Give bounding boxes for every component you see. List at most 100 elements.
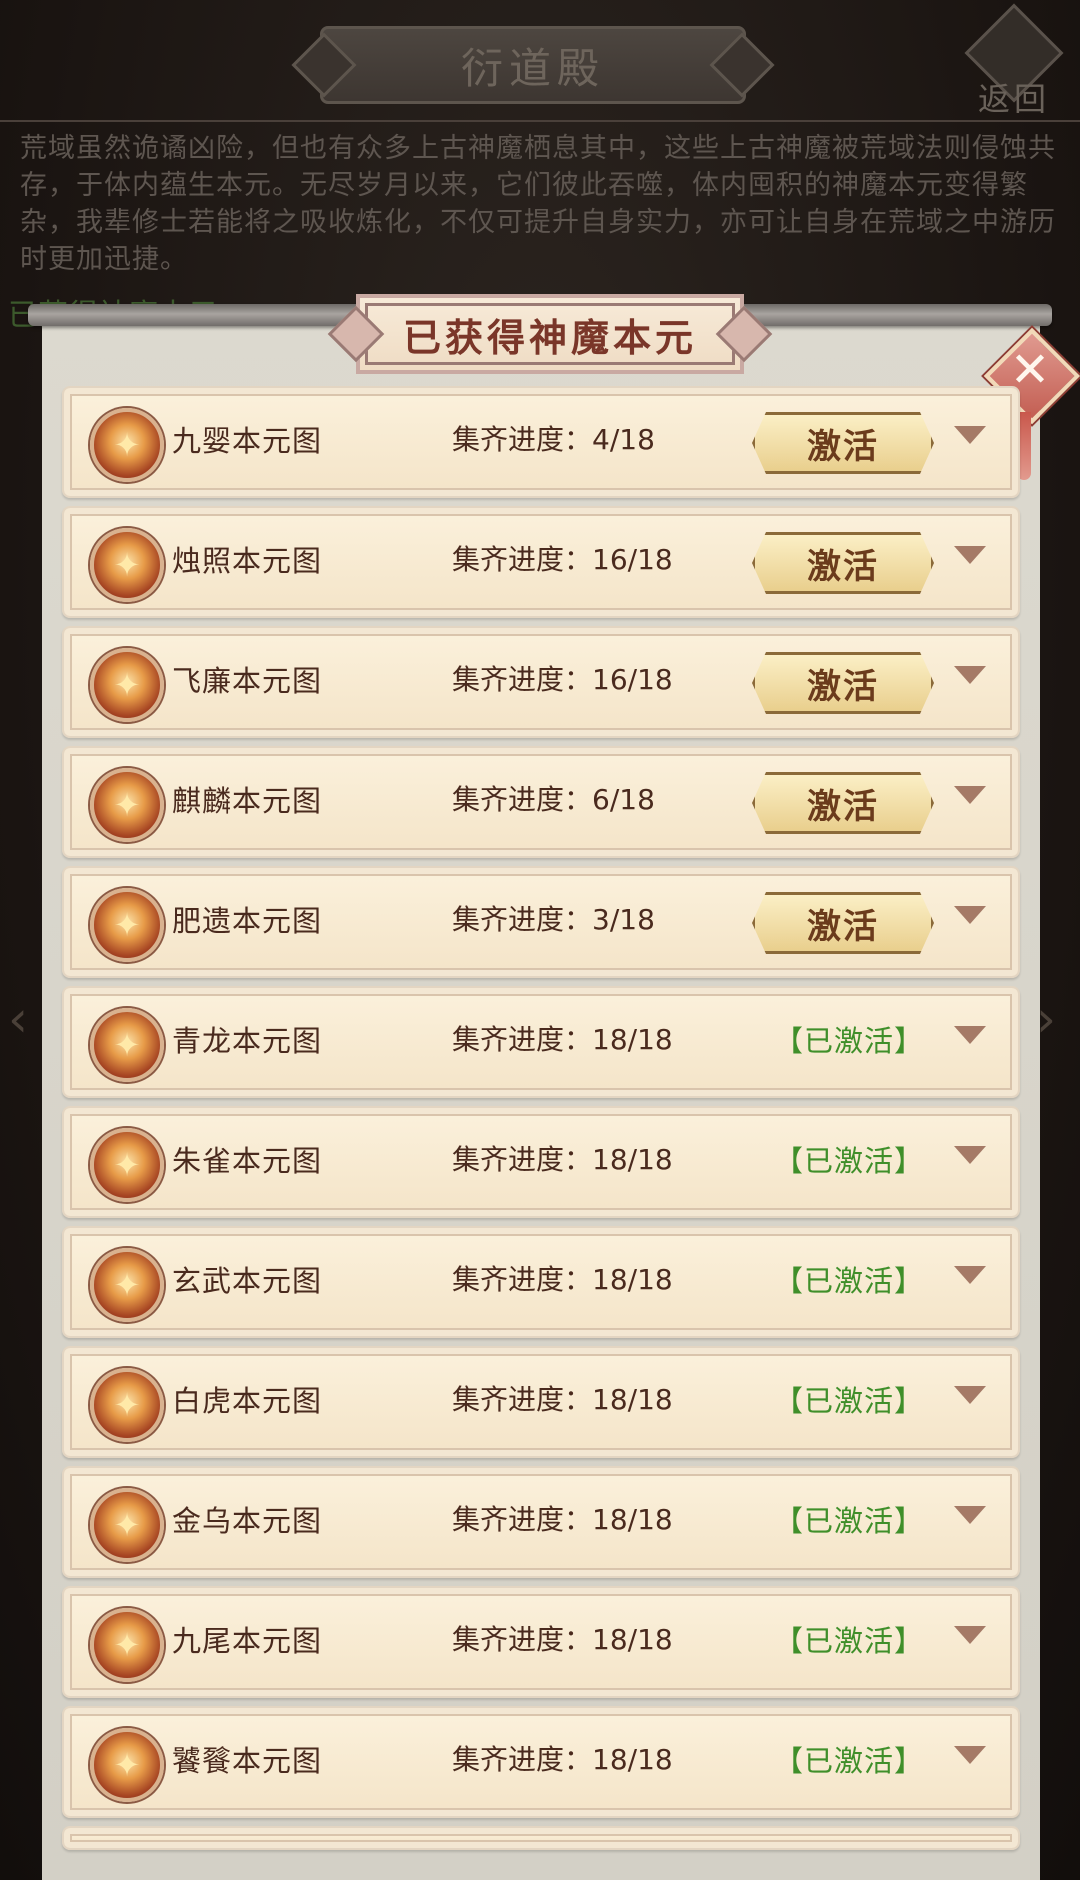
item-progress: 集齐进度：18/18 bbox=[452, 1618, 673, 1658]
progress-label: 集齐进度： bbox=[452, 1623, 593, 1656]
expand-arrow-icon[interactable] bbox=[954, 906, 986, 924]
list-item[interactable]: ✦ 九尾本元图 集齐进度：18/18 【已激活】 bbox=[62, 1586, 1020, 1698]
item-progress: 集齐进度：18/18 bbox=[452, 1258, 673, 1298]
divider bbox=[0, 120, 1080, 122]
progress-label: 集齐进度： bbox=[452, 1263, 593, 1296]
progress-label: 集齐进度： bbox=[452, 543, 593, 576]
description-text: 荒域虽然诡谲凶险，但也有众多上古神魔栖息其中，这些上古神魔被荒域法则侵蚀共存，于… bbox=[20, 133, 1056, 275]
activated-status: 【已激活】 bbox=[774, 1144, 925, 1178]
item-name: 白虎本元图 bbox=[172, 1384, 323, 1418]
item-name: 饕餮本元图 bbox=[172, 1744, 323, 1778]
progress-value: 3/18 bbox=[592, 903, 655, 936]
expand-arrow-icon[interactable] bbox=[954, 1266, 986, 1284]
item-name: 朱雀本元图 bbox=[172, 1144, 323, 1178]
expand-arrow-icon[interactable] bbox=[954, 546, 986, 564]
progress-label: 集齐进度： bbox=[452, 1023, 593, 1056]
list-item[interactable]: ✦ 肥遗本元图 集齐进度：3/18 激活 bbox=[62, 866, 1020, 978]
progress-value: 18/18 bbox=[592, 1263, 673, 1296]
progress-label: 集齐进度： bbox=[452, 1743, 593, 1776]
progress-value: 6/18 bbox=[592, 783, 655, 816]
list-item[interactable]: ✦ 九婴本元图 集齐进度：4/18 激活 bbox=[62, 386, 1020, 498]
list-item[interactable]: ✦ 朱雀本元图 集齐进度：18/18 【已激活】 bbox=[62, 1106, 1020, 1218]
expand-arrow-icon[interactable] bbox=[954, 786, 986, 804]
item-progress: 集齐进度：18/18 bbox=[452, 1378, 673, 1418]
item-name: 烛照本元图 bbox=[172, 544, 323, 578]
expand-arrow-icon[interactable] bbox=[954, 1146, 986, 1164]
expand-arrow-icon[interactable] bbox=[954, 1026, 986, 1044]
progress-value: 18/18 bbox=[592, 1503, 673, 1536]
activated-status: 【已激活】 bbox=[774, 1624, 925, 1658]
beast-emblem-icon: ✦ bbox=[90, 648, 164, 722]
page-title: 衍道殿 bbox=[320, 26, 746, 104]
item-name: 肥遗本元图 bbox=[172, 904, 323, 938]
beast-emblem-icon: ✦ bbox=[90, 528, 164, 602]
list-item[interactable]: ✦ 烛照本元图 集齐进度：16/18 激活 bbox=[62, 506, 1020, 618]
expand-arrow-icon[interactable] bbox=[954, 426, 986, 444]
item-name: 青龙本元图 bbox=[172, 1024, 323, 1058]
beast-emblem-icon: ✦ bbox=[90, 888, 164, 962]
progress-label: 集齐进度： bbox=[452, 423, 593, 456]
page-right-arrow-icon[interactable]: › bbox=[1036, 990, 1076, 1060]
activated-status: 【已激活】 bbox=[774, 1744, 925, 1778]
item-name: 九尾本元图 bbox=[172, 1624, 323, 1658]
activated-status: 【已激活】 bbox=[774, 1384, 925, 1418]
progress-value: 18/18 bbox=[592, 1143, 673, 1176]
expand-arrow-icon[interactable] bbox=[954, 1506, 986, 1524]
item-progress: 集齐进度：18/18 bbox=[452, 1738, 673, 1778]
list-item[interactable]: ✦ 饕餮本元图 集齐进度：18/18 【已激活】 bbox=[62, 1706, 1020, 1818]
expand-arrow-icon[interactable] bbox=[954, 1626, 986, 1644]
list-item[interactable]: ✦ 玄武本元图 集齐进度：18/18 【已激活】 bbox=[62, 1226, 1020, 1338]
progress-label: 集齐进度： bbox=[452, 663, 593, 696]
activate-button[interactable]: 激活 bbox=[752, 532, 934, 594]
activate-button[interactable]: 激活 bbox=[752, 412, 934, 474]
item-name: 玄武本元图 bbox=[172, 1264, 323, 1298]
progress-value: 18/18 bbox=[592, 1623, 673, 1656]
beast-emblem-icon: ✦ bbox=[90, 1008, 164, 1082]
essence-list: ✦ 九婴本元图 集齐进度：4/18 激活 ✦ 烛照本元图 集齐进度：16/18 … bbox=[62, 386, 1020, 1850]
expand-arrow-icon[interactable] bbox=[954, 1386, 986, 1404]
list-item[interactable]: ✦ 青龙本元图 集齐进度：18/18 【已激活】 bbox=[62, 986, 1020, 1098]
activate-button[interactable]: 激活 bbox=[752, 772, 934, 834]
activate-button[interactable]: 激活 bbox=[752, 892, 934, 954]
progress-value: 16/18 bbox=[592, 543, 673, 576]
panel-title: 已获得神魔本元 bbox=[356, 294, 744, 374]
item-progress: 集齐进度：18/18 bbox=[452, 1138, 673, 1178]
progress-value: 16/18 bbox=[592, 663, 673, 696]
activated-status: 【已激活】 bbox=[774, 1024, 925, 1058]
activated-status: 【已激活】 bbox=[774, 1264, 925, 1298]
progress-label: 集齐进度： bbox=[452, 783, 593, 816]
progress-value: 18/18 bbox=[592, 1743, 673, 1776]
expand-arrow-icon[interactable] bbox=[954, 666, 986, 684]
item-progress: 集齐进度：16/18 bbox=[452, 658, 673, 698]
beast-emblem-icon: ✦ bbox=[90, 1248, 164, 1322]
item-progress: 集齐进度：3/18 bbox=[452, 898, 655, 938]
item-progress: 集齐进度：4/18 bbox=[452, 418, 655, 458]
item-progress: 集齐进度：18/18 bbox=[452, 1018, 673, 1058]
back-label: 返回 bbox=[977, 80, 1050, 118]
beast-emblem-icon: ✦ bbox=[90, 408, 164, 482]
activate-button[interactable]: 激活 bbox=[752, 652, 934, 714]
list-item[interactable]: ✦ 麒麟本元图 集齐进度：6/18 激活 bbox=[62, 746, 1020, 858]
back-button[interactable]: 返回 bbox=[964, 3, 1064, 120]
progress-value: 18/18 bbox=[592, 1023, 673, 1056]
progress-value: 18/18 bbox=[592, 1383, 673, 1416]
item-progress: 集齐进度：6/18 bbox=[452, 778, 655, 818]
progress-label: 集齐进度： bbox=[452, 903, 593, 936]
beast-emblem-icon: ✦ bbox=[90, 1368, 164, 1442]
list-item-partial bbox=[62, 1826, 1020, 1850]
item-name: 飞廉本元图 bbox=[172, 664, 323, 698]
activated-status: 【已激活】 bbox=[774, 1504, 925, 1538]
progress-label: 集齐进度： bbox=[452, 1143, 593, 1176]
item-name: 金乌本元图 bbox=[172, 1504, 323, 1538]
item-name: 九婴本元图 bbox=[172, 424, 323, 458]
item-progress: 集齐进度：16/18 bbox=[452, 538, 673, 578]
list-item[interactable]: ✦ 白虎本元图 集齐进度：18/18 【已激活】 bbox=[62, 1346, 1020, 1458]
beast-emblem-icon: ✦ bbox=[90, 1488, 164, 1562]
beast-emblem-icon: ✦ bbox=[90, 1608, 164, 1682]
beast-emblem-icon: ✦ bbox=[90, 1128, 164, 1202]
item-name: 麒麟本元图 bbox=[172, 784, 323, 818]
item-progress: 集齐进度：18/18 bbox=[452, 1498, 673, 1538]
expand-arrow-icon[interactable] bbox=[954, 1746, 986, 1764]
list-item[interactable]: ✦ 飞廉本元图 集齐进度：16/18 激活 bbox=[62, 626, 1020, 738]
list-item[interactable]: ✦ 金乌本元图 集齐进度：18/18 【已激活】 bbox=[62, 1466, 1020, 1578]
